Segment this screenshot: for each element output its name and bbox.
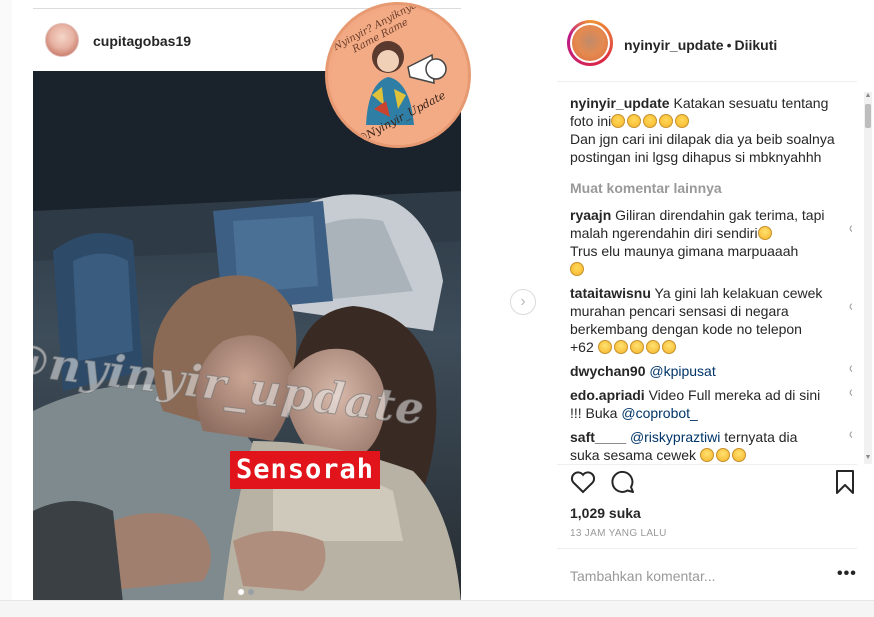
instagram-post-page: cupitagobas19 ••• — [0, 0, 874, 617]
comment-username[interactable]: edo.apriadi — [570, 387, 645, 403]
sad-emoji-icon — [659, 114, 674, 128]
rofl-emoji-icon — [597, 340, 612, 354]
comments-scrollbar[interactable] — [864, 92, 872, 464]
scroll-down-arrow-icon[interactable]: ▼ — [864, 454, 872, 462]
censor-label: Sensorah — [230, 451, 381, 489]
photo-illustration — [33, 71, 461, 603]
post-photo[interactable]: @nyinyir_update Sensorah — [33, 71, 461, 603]
carousel-dot-active — [238, 589, 244, 595]
comment-item: saft____ @riskypraztiwi ternyata dia suk… — [570, 428, 852, 462]
like-heart-icon[interactable] — [569, 468, 597, 496]
carousel-indicator — [238, 582, 258, 600]
sad-emoji-icon — [675, 114, 690, 128]
comment-username[interactable]: tataitawisnu — [570, 285, 651, 301]
owner-header: nyinyir_update • Diikuti — [624, 37, 777, 53]
like-count[interactable]: 1,029 suka — [570, 505, 641, 521]
expressionless-emoji-icon — [757, 226, 772, 240]
comment-item: edo.apriadi Video Full mereka ad di sini… — [570, 386, 852, 422]
comment-bubble-icon[interactable] — [609, 468, 637, 496]
comments-scrollbar-thumb[interactable] — [865, 104, 871, 128]
caption-username[interactable]: nyinyir_update — [570, 95, 670, 111]
post-timestamp[interactable]: 13 JAM YANG LALU — [570, 528, 667, 539]
header-divider — [557, 81, 857, 82]
comments-list[interactable]: nyinyir_update Katakan sesuatu tentang f… — [570, 94, 852, 462]
sad-emoji-icon — [643, 114, 658, 128]
sad-emoji-icon — [611, 114, 626, 128]
save-bookmark-icon[interactable] — [831, 468, 859, 496]
watermark-badge-logo: Nyinyir? Anyiknya Rame Rame @Nyinyir_Upd… — [325, 2, 471, 148]
post-author-username[interactable]: cupitagobas19 — [93, 33, 191, 49]
owner-avatar-image — [572, 25, 608, 61]
caption-text-line-2: Dan jgn cari ini dilapak dia ya beib soa… — [570, 131, 835, 165]
sad-emoji-icon — [627, 114, 642, 128]
add-comment-input[interactable]: Tambahkan komentar... — [570, 568, 800, 584]
owner-separator: • — [726, 37, 732, 53]
comment-mention-link[interactable]: @coprobot_ — [621, 405, 697, 421]
joy-emoji-icon — [715, 448, 730, 462]
like-comment-heart-icon[interactable] — [849, 388, 852, 400]
comment-input-divider — [557, 548, 857, 549]
like-comment-heart-icon[interactable] — [849, 430, 852, 442]
comment-username[interactable]: ryaajn — [570, 207, 611, 223]
owner-avatar[interactable] — [567, 20, 613, 66]
actions-divider — [557, 464, 857, 465]
comment-text-line-2: Trus elu maunya gimana marpuaaah — [570, 243, 799, 259]
post-actions-bar — [569, 468, 859, 498]
comment-options-icon[interactable]: ••• — [837, 565, 857, 583]
like-comment-heart-icon[interactable] — [849, 364, 852, 376]
comment-mention-link[interactable]: @kpipusat — [649, 363, 715, 379]
chevron-right-icon: › — [520, 293, 526, 310]
post-author-avatar[interactable] — [45, 23, 79, 57]
rofl-emoji-icon — [661, 340, 676, 354]
scroll-up-arrow-icon[interactable]: ▲ — [864, 92, 872, 100]
caption-emojis — [611, 113, 691, 129]
follow-status-button[interactable]: Diikuti — [735, 37, 778, 53]
comment-mention-link[interactable]: @riskypraztiwi — [630, 429, 720, 445]
comment-item: tataitawisnu Ya gini lah kelakuan cewek … — [570, 284, 852, 356]
like-comment-heart-icon[interactable] — [849, 224, 852, 236]
rofl-emoji-icon — [613, 340, 628, 354]
post-details-panel: nyinyir_update • Diikuti nyinyir_update Ka… — [557, 8, 874, 602]
carousel-dot — [248, 589, 254, 595]
post-caption: nyinyir_update Katakan sesuatu tentang f… — [570, 94, 852, 166]
sad-emoji-icon — [570, 262, 584, 276]
comment-item: dwychan90 @kpipusat — [570, 362, 852, 380]
joy-emoji-icon — [731, 448, 746, 462]
page-gutter — [0, 0, 12, 617]
comment-username[interactable]: saft____ — [570, 429, 626, 445]
comment-item: ryaajn Giliran direndahin gak terima, ta… — [570, 206, 852, 278]
comment-username[interactable]: dwychan90 — [570, 363, 645, 379]
page-bottom-strip — [0, 600, 874, 617]
joy-emoji-icon — [699, 448, 714, 462]
rofl-emoji-icon — [629, 340, 644, 354]
load-more-comments-link[interactable]: Muat komentar lainnya — [570, 180, 852, 196]
owner-username[interactable]: nyinyir_update — [624, 37, 724, 53]
carousel-next-button[interactable]: › — [510, 289, 536, 315]
like-comment-heart-icon[interactable] — [849, 302, 852, 314]
rofl-emoji-icon — [645, 340, 660, 354]
